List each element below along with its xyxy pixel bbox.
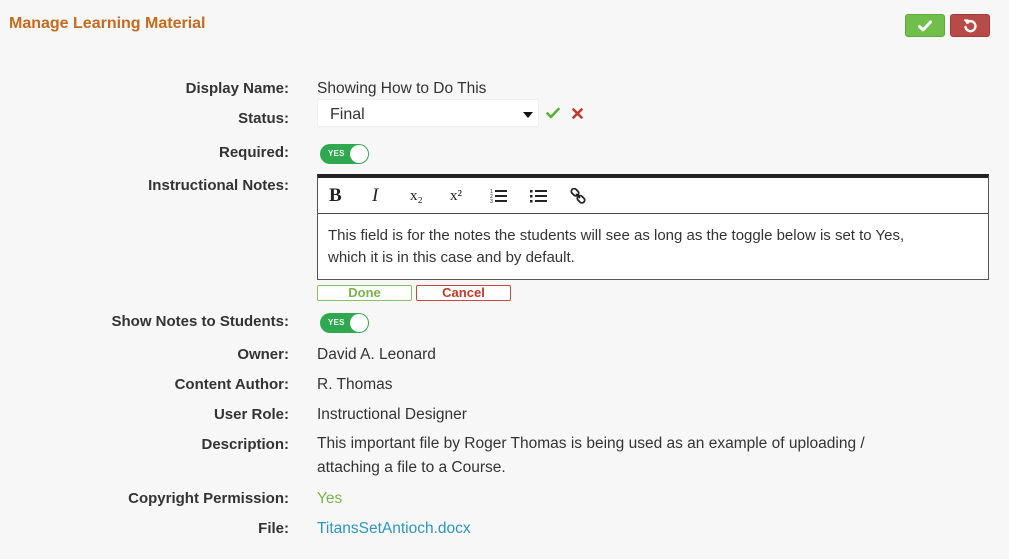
show-notes-toggle[interactable]: YES [320, 313, 369, 333]
copyright-label: Copyright Permission: [128, 490, 289, 507]
description-row: Description: This important file by Roge… [0, 435, 1009, 486]
content-author-row: Content Author: R. Thomas [0, 376, 1009, 398]
cancel-status-icon[interactable] [572, 108, 583, 119]
show-notes-toggle-text: YES [328, 318, 345, 327]
bold-button[interactable]: B [329, 178, 342, 214]
superscript-button[interactable]: x² [450, 178, 462, 214]
svg-text:3: 3 [490, 199, 493, 204]
page-title: Manage Learning Material [9, 15, 206, 32]
done-button[interactable]: Done [317, 285, 412, 301]
ordered-list-button[interactable]: 1 2 3 [490, 178, 508, 214]
subscript-button[interactable]: x₂ [410, 178, 423, 214]
undo-icon [963, 18, 977, 32]
status-row: Status: Final [0, 99, 1009, 132]
bullet-list-icon [530, 190, 547, 203]
copyright-row: Copyright Permission: Yes [0, 490, 1009, 512]
owner-row: Owner: David A. Leonard [0, 346, 1009, 368]
confirm-status-icon[interactable] [546, 107, 560, 119]
checkmark-icon [918, 20, 932, 31]
editor-text-area[interactable]: This field is for the notes the students… [318, 214, 918, 280]
italic-button[interactable]: I [372, 178, 378, 214]
show-notes-row: Show Notes to Students: YES [0, 313, 1009, 335]
bullet-list-button[interactable] [530, 178, 548, 214]
cancel-button[interactable]: Cancel [416, 285, 511, 301]
instructional-notes-editor: B I x₂ x² 1 2 3 This field is for the no… [317, 174, 989, 280]
toggle-knob [350, 145, 368, 163]
content-author-value: R. Thomas [317, 376, 393, 393]
editor-toolbar: B I x₂ x² 1 2 3 [318, 178, 988, 214]
required-toggle[interactable]: YES [320, 144, 369, 164]
link-icon [570, 188, 586, 204]
chevron-down-icon [523, 112, 533, 118]
display-name-value: Showing How to Do This [317, 80, 487, 97]
file-label: File: [258, 520, 289, 537]
file-row: File: TitansSetAntioch.docx [0, 520, 1009, 542]
reset-button[interactable] [950, 14, 990, 37]
owner-value: David A. Leonard [317, 346, 436, 363]
user-role-row: User Role: Instructional Designer [0, 406, 1009, 428]
user-role-label: User Role: [213, 406, 289, 423]
save-button[interactable] [905, 14, 945, 37]
required-row: Required: YES [0, 144, 1009, 166]
status-select[interactable]: Final [317, 99, 539, 127]
description-label: Description: [201, 436, 289, 453]
description-value: This important file by Roger Thomas is b… [317, 435, 865, 476]
owner-label: Owner: [237, 346, 289, 363]
status-label: Status: [238, 110, 289, 127]
status-selected-value: Final [330, 106, 365, 123]
required-toggle-text: YES [328, 149, 345, 158]
display-name-label: Display Name: [185, 80, 289, 97]
file-link[interactable]: TitansSetAntioch.docx [317, 520, 471, 538]
content-author-label: Content Author: [174, 376, 289, 393]
ordered-list-icon: 1 2 3 [490, 189, 507, 204]
link-button[interactable] [570, 178, 586, 214]
show-notes-label: Show Notes to Students: [111, 313, 290, 330]
copyright-value: Yes [317, 490, 343, 507]
instructional-notes-label: Instructional Notes: [148, 177, 289, 194]
toggle-knob [350, 314, 368, 332]
required-label: Required: [218, 144, 289, 161]
user-role-value: Instructional Designer [317, 406, 467, 423]
